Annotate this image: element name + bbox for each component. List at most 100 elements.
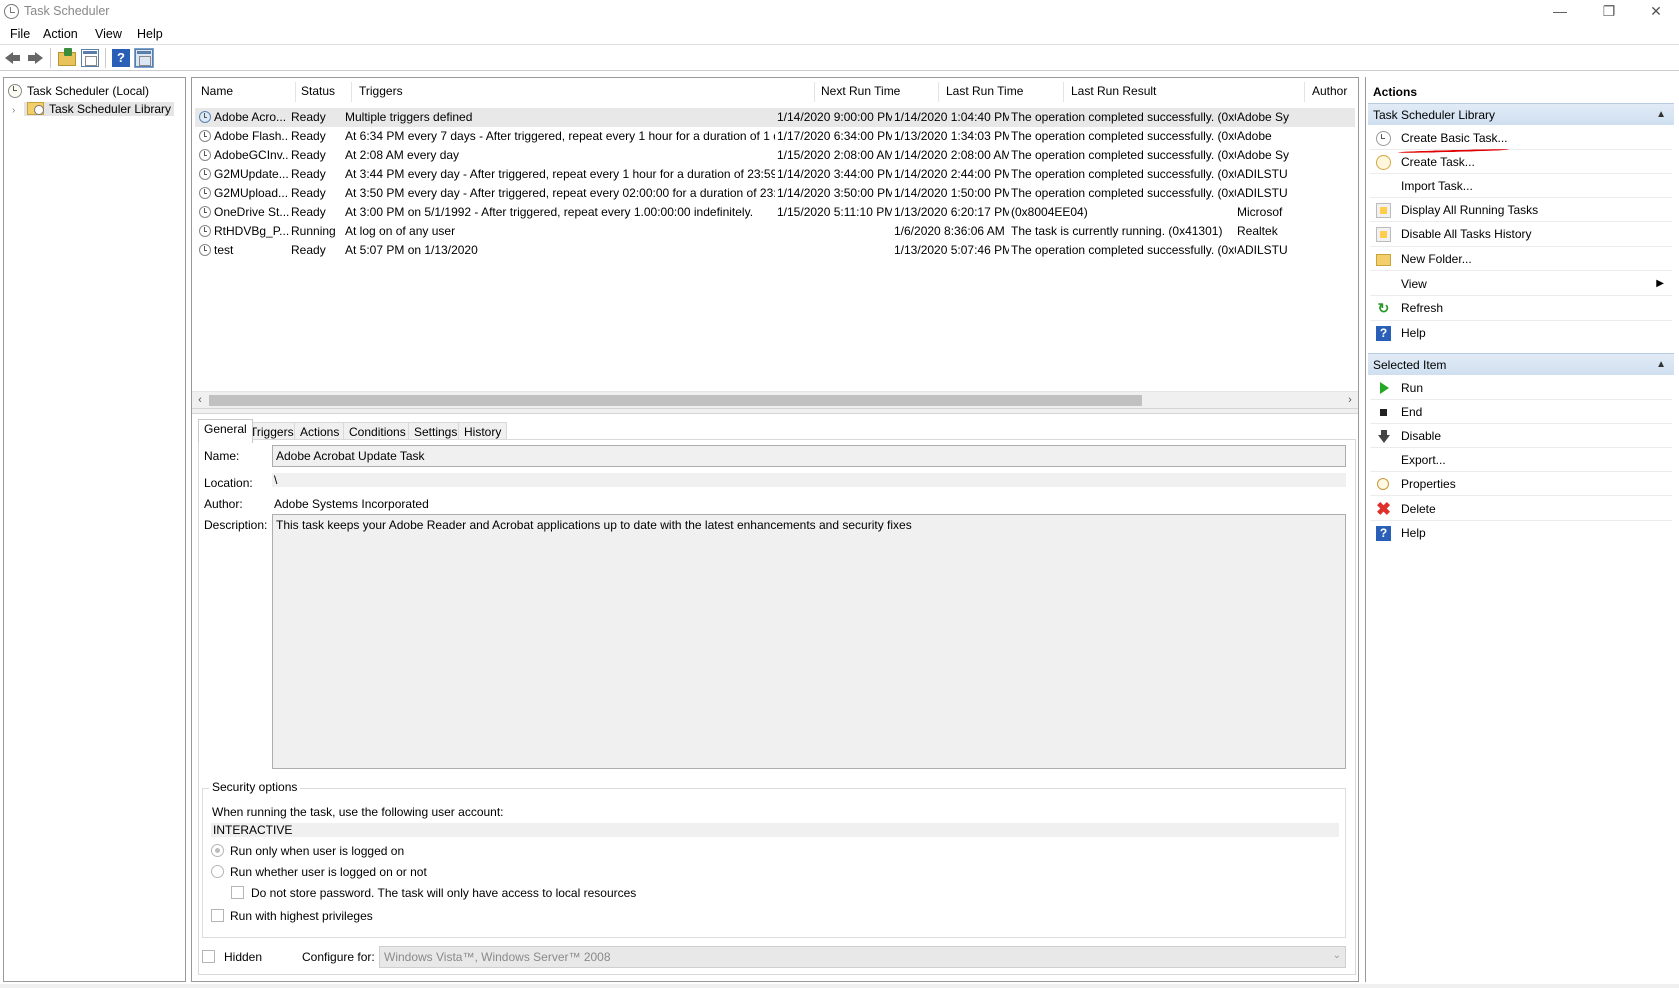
table-row[interactable]: test Ready At 5:07 PM on 1/13/2020 1/13/202…	[195, 241, 1355, 260]
no-store-password-label[interactable]: Do not store password. The task will onl…	[251, 886, 636, 900]
radio-logged-on[interactable]	[211, 844, 224, 857]
column-divider[interactable]	[814, 82, 815, 102]
help-icon[interactable]: ?	[112, 49, 130, 67]
scrollbar-thumb[interactable]	[209, 395, 1142, 406]
task-clock-icon	[199, 206, 211, 218]
task-scheduler-clock-icon	[4, 4, 19, 19]
hidden-label[interactable]: Hidden	[224, 950, 262, 964]
radio-logged-on-label[interactable]: Run only when user is logged on	[230, 844, 404, 858]
task-name-field[interactable]: Adobe Acrobat Update Task	[272, 445, 1346, 467]
action-refresh[interactable]: ↻ Refresh	[1368, 297, 1674, 319]
chevron-down-icon: ⌄	[1332, 950, 1341, 961]
menu-action[interactable]: Action	[43, 27, 78, 41]
tree-item-library[interactable]: › Task Scheduler Library	[12, 100, 175, 120]
action-label: Delete	[1401, 502, 1436, 516]
action-run[interactable]: Run	[1368, 377, 1674, 399]
column-divider[interactable]	[1063, 82, 1064, 102]
task-status-cell: Running	[291, 224, 336, 238]
table-row[interactable]: G2MUpdate... Ready At 3:44 PM every day - …	[195, 165, 1355, 184]
action-disable-history[interactable]: Disable All Tasks History	[1368, 223, 1674, 245]
scroll-left-icon[interactable]: ‹	[192, 393, 208, 408]
column-header-status[interactable]: Status	[301, 84, 351, 102]
column-header-author[interactable]: Author	[1312, 84, 1358, 102]
description-label: Description:	[204, 518, 268, 532]
menu-file[interactable]: File	[10, 27, 30, 41]
action-create-task[interactable]: Create Task...	[1368, 151, 1674, 173]
task-author-cell: Adobe Sy	[1237, 110, 1290, 124]
table-row[interactable]: Adobe Acro... Ready Multiple triggers defi…	[195, 108, 1355, 127]
column-divider[interactable]	[1304, 82, 1305, 102]
task-clock-icon	[199, 244, 211, 256]
name-label: Name:	[204, 449, 240, 463]
column-divider[interactable]	[295, 82, 296, 102]
section-selected-item[interactable]: Selected Item ▲	[1368, 353, 1674, 375]
radio-whether-logged-on[interactable]	[211, 865, 224, 878]
menu-view[interactable]: View	[95, 27, 122, 41]
back-icon[interactable]	[4, 49, 22, 67]
menu-help[interactable]: Help	[137, 27, 163, 41]
description-textarea[interactable]: This task keeps your Adobe Reader and Ac…	[272, 514, 1346, 769]
table-row[interactable]: OneDrive St... Ready At 3:00 PM on 5/1/199…	[195, 203, 1355, 222]
action-export[interactable]: Export...	[1368, 449, 1674, 471]
action-disable[interactable]: Disable	[1368, 425, 1674, 447]
column-header-last-run[interactable]: Last Run Time	[946, 84, 1061, 102]
no-store-password-checkbox[interactable]	[231, 886, 244, 899]
highest-privileges-label[interactable]: Run with highest privileges	[230, 909, 373, 923]
column-divider[interactable]	[351, 82, 352, 102]
collapse-icon[interactable]: ▲	[1656, 354, 1666, 376]
toolbar-separator	[105, 48, 106, 68]
action-help-selected[interactable]: ? Help	[1368, 522, 1674, 544]
task-last-result-cell: The operation completed successfully. (0…	[1011, 129, 1236, 143]
action-import-task[interactable]: Import Task...	[1368, 175, 1674, 197]
task-clock-icon	[199, 149, 211, 161]
section-task-scheduler-library[interactable]: Task Scheduler Library ▲	[1368, 103, 1674, 125]
table-row[interactable]: AdobeGCInv... Ready At 2:08 AM every day 1/…	[195, 146, 1355, 165]
task-last-run-cell: 1/13/2020 1:34:03 PM	[894, 129, 1009, 143]
location-field[interactable]: \	[272, 473, 1346, 487]
action-view[interactable]: View ▶	[1368, 273, 1674, 295]
scroll-right-icon[interactable]: ›	[1342, 393, 1358, 408]
table-row[interactable]: Adobe Flash... Ready At 6:34 PM every 7 da…	[195, 127, 1355, 146]
action-pane-icon[interactable]	[134, 48, 154, 68]
task-status-cell: Ready	[291, 167, 326, 181]
table-row[interactable]: RtHDVBg_P... Running At log on of any user…	[195, 222, 1355, 241]
action-display-running-tasks[interactable]: Display All Running Tasks	[1368, 199, 1674, 221]
task-last-run-cell: 1/14/2020 1:04:40 PM	[894, 110, 1009, 124]
author-field[interactable]: Adobe Systems Incorporated	[272, 496, 1346, 512]
highest-privileges-checkbox[interactable]	[211, 909, 224, 922]
forward-icon[interactable]	[26, 49, 44, 67]
column-header-triggers[interactable]: Triggers	[359, 84, 779, 102]
section-selected-label: Selected Item	[1373, 358, 1447, 372]
minimize-button[interactable]: —	[1537, 0, 1583, 24]
task-next-run-cell	[777, 241, 892, 260]
folder-up-icon[interactable]	[58, 48, 76, 66]
show-pane-icon[interactable]	[81, 49, 99, 67]
close-button[interactable]: ✕	[1633, 0, 1679, 24]
task-author-cell: ADILSTU	[1237, 186, 1288, 200]
action-properties[interactable]: Properties	[1368, 473, 1674, 495]
task-last-result-cell: The operation completed successfully. (0…	[1011, 110, 1236, 124]
hidden-checkbox[interactable]	[202, 950, 215, 963]
column-divider[interactable]	[938, 82, 939, 102]
horizontal-scrollbar[interactable]: ‹ ›	[192, 391, 1358, 408]
task-last-run-cell: 1/6/2020 8:36:06 AM	[894, 224, 1005, 238]
column-header-next-run[interactable]: Next Run Time	[821, 84, 936, 102]
action-new-folder[interactable]: New Folder...	[1368, 248, 1674, 270]
action-label: Disable	[1401, 429, 1442, 443]
tree-item-root[interactable]: Task Scheduler (Local)	[8, 82, 149, 100]
divider	[1370, 197, 1672, 198]
tab-general[interactable]: General	[198, 419, 253, 443]
column-header-name[interactable]: Name	[201, 84, 291, 102]
expand-chevron-icon[interactable]: ›	[12, 102, 24, 120]
action-create-basic-task[interactable]: Create Basic Task...	[1368, 127, 1674, 149]
radio-whether-logged-on-label[interactable]: Run whether user is logged on or not	[230, 865, 427, 879]
action-end[interactable]: End	[1368, 401, 1674, 423]
restore-button[interactable]: ❐	[1586, 0, 1632, 24]
column-header-last-result[interactable]: Last Run Result	[1071, 84, 1301, 102]
action-help[interactable]: ? Help	[1368, 322, 1674, 344]
collapse-icon[interactable]: ▲	[1656, 104, 1666, 126]
configure-for-label: Configure for:	[302, 950, 375, 964]
action-delete[interactable]: ✖ Delete	[1368, 498, 1674, 520]
table-row[interactable]: G2MUpload... Ready At 3:50 PM every day - …	[195, 184, 1355, 203]
configure-for-select[interactable]: Windows Vista™, Windows Server™ 2008 ⌄	[379, 946, 1346, 968]
